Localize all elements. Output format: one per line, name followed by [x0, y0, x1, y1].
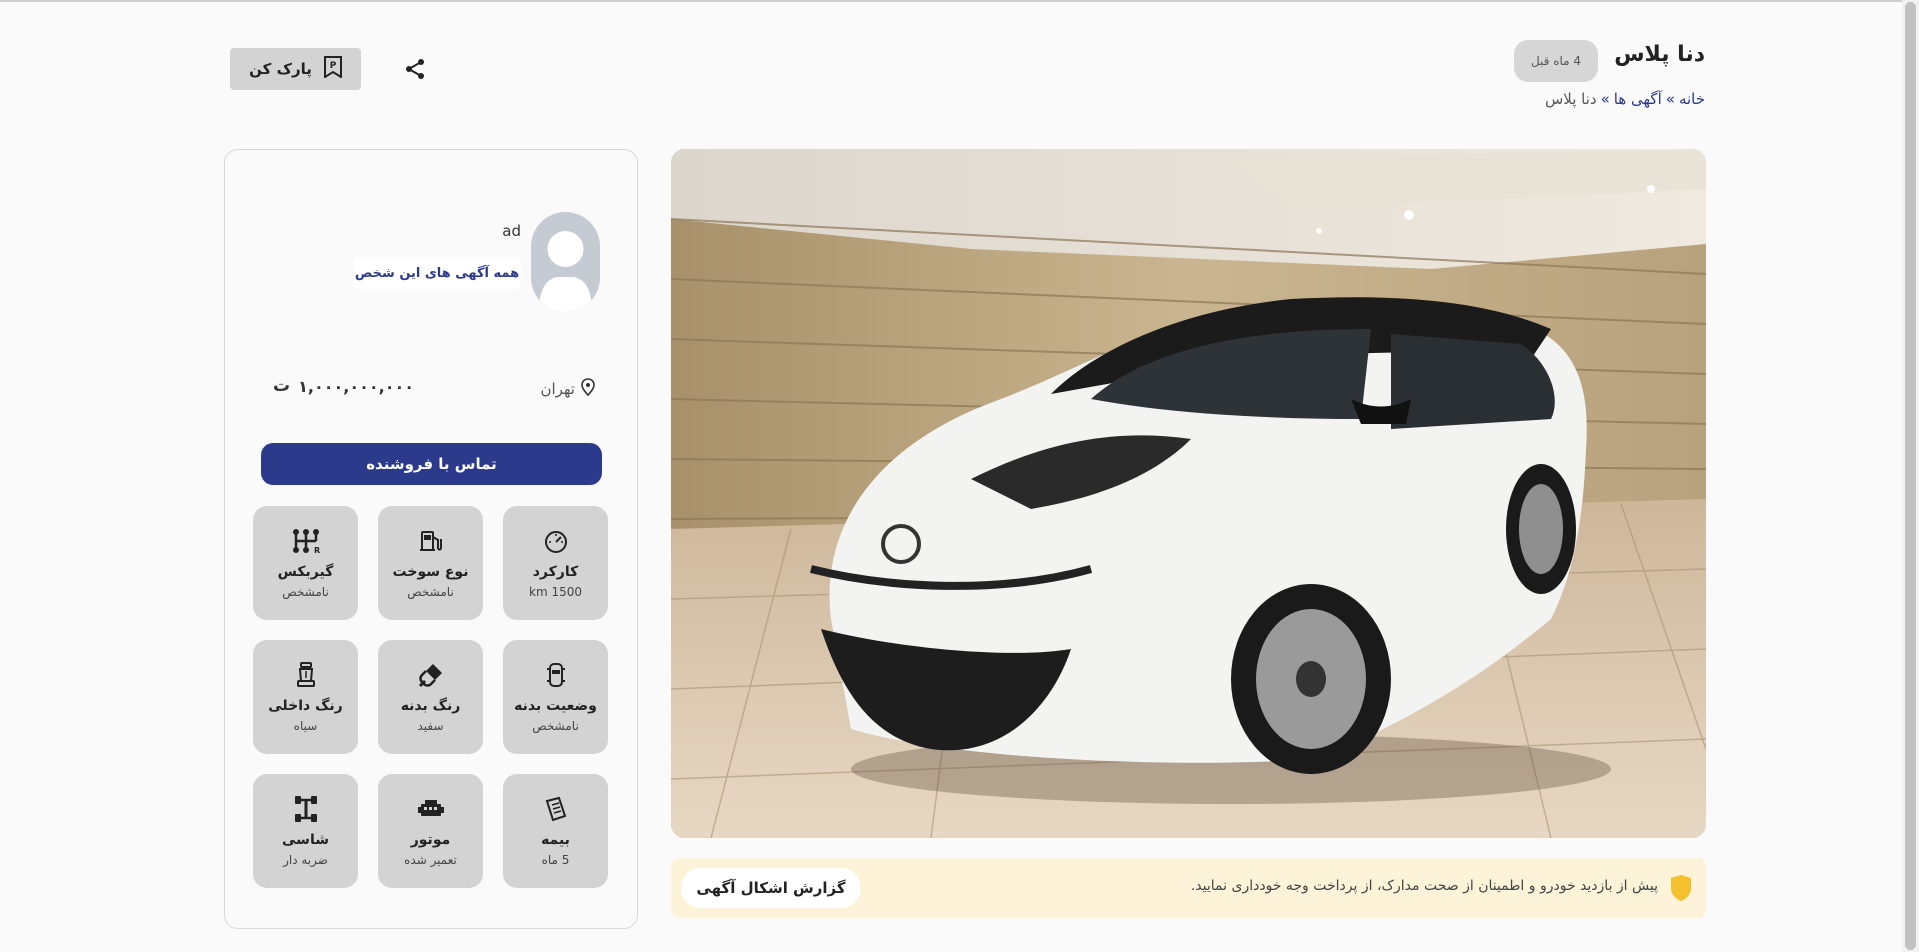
breadcrumb-separator: »: [1600, 90, 1610, 108]
page-title: دنا پلاس: [1614, 42, 1705, 67]
shield-icon: [1670, 874, 1692, 906]
share-icon: [403, 57, 427, 85]
spec-insurance: بیمه 5 ماه: [503, 774, 608, 888]
spec-label: وضعیت بدنه: [514, 698, 597, 714]
paint-brush-icon: [417, 660, 445, 690]
price-currency: ت: [273, 376, 291, 396]
spec-body-condition: وضعیت بدنه نامشخص: [503, 640, 608, 754]
spec-label: رنگ داخلی: [268, 698, 343, 714]
spec-value: نامشخص: [407, 585, 454, 599]
insurance-document-icon: [544, 794, 568, 824]
contact-seller-button[interactable]: تماس با فروشنده: [261, 443, 602, 485]
spec-label: موتور: [410, 832, 451, 848]
park-button[interactable]: P پارک کن: [230, 48, 361, 90]
spec-fuel-type: نوع سوخت نامشخص: [378, 506, 483, 620]
safety-notice: پیش از بازدید خودرو و اطمینان از صحت مدا…: [671, 858, 1706, 918]
svg-text:P: P: [330, 61, 337, 71]
seller-name: ad: [502, 222, 521, 240]
chassis-icon: [294, 794, 318, 824]
spec-chassis: شاسی ضربه دار: [253, 774, 358, 888]
speedometer-icon: [543, 526, 569, 556]
engine-icon: [417, 794, 445, 824]
breadcrumb: خانه » آگهی ها » دنا پلاس: [1545, 90, 1705, 108]
car-seat-icon: [295, 660, 317, 690]
svg-text:R: R: [314, 546, 320, 554]
spec-value: تعمیر شده: [404, 853, 457, 867]
safety-notice-text: پیش از بازدید خودرو و اطمینان از صحت مدا…: [1190, 878, 1658, 894]
spec-value: سفید: [417, 719, 444, 733]
spec-label: شاسی: [282, 832, 329, 848]
location-pin-icon: [581, 378, 595, 400]
spec-value: 5 ماه: [541, 853, 570, 867]
scrollbar-track[interactable]: [1902, 0, 1919, 952]
spec-value: نامشخص: [282, 585, 329, 599]
breadcrumb-current: دنا پلاس: [1544, 90, 1597, 108]
price: ۱,۰۰۰,۰۰۰,۰۰۰ ت: [273, 376, 414, 396]
seller-card: ad همه آگهی های این شخص تهران ۱,۰۰۰,۰۰۰,…: [224, 149, 638, 929]
spec-label: گیربکس: [277, 564, 334, 580]
spec-gearbox: R گیربکس نامشخص: [253, 506, 358, 620]
car-photo[interactable]: [671, 149, 1706, 838]
spec-engine: موتور تعمیر شده: [378, 774, 483, 888]
gearbox-icon: R: [292, 526, 320, 556]
top-border: [0, 0, 1919, 2]
price-value: ۱,۰۰۰,۰۰۰,۰۰۰: [298, 376, 414, 396]
breadcrumb-home-link[interactable]: خانه: [1679, 90, 1705, 108]
spec-label: نوع سوخت: [392, 564, 469, 580]
park-button-label: پارک کن: [249, 60, 312, 78]
spec-value: ضربه دار: [283, 853, 328, 867]
spec-interior-color: رنگ داخلی سیاه: [253, 640, 358, 754]
scrollbar-thumb[interactable]: [1905, 2, 1916, 950]
parking-bookmark-icon: P: [323, 56, 342, 82]
report-ad-button[interactable]: گزارش اشکال آگهی: [681, 868, 861, 908]
spec-mileage: کارکرد km 1500: [503, 506, 608, 620]
spec-value: km 1500: [529, 585, 582, 599]
breadcrumb-ads-link[interactable]: آگهی ها: [1614, 90, 1662, 108]
spec-body-color: رنگ بدنه سفید: [378, 640, 483, 754]
car-body-icon: [545, 660, 567, 690]
avatar[interactable]: [531, 212, 600, 312]
location: تهران: [540, 378, 595, 400]
spec-label: کارکرد: [532, 564, 579, 580]
spec-label: رنگ بدنه: [400, 698, 461, 714]
fuel-pump-icon: [418, 526, 444, 556]
location-text: تهران: [540, 380, 575, 398]
spec-value: نامشخص: [532, 719, 579, 733]
breadcrumb-separator: »: [1665, 90, 1675, 108]
age-badge: 4 ماه قبل: [1514, 40, 1598, 82]
spec-label: بیمه: [541, 832, 570, 848]
all-seller-ads-button[interactable]: همه آگهی های این شخص: [353, 257, 521, 289]
spec-value: سیاه: [293, 719, 318, 733]
share-button[interactable]: [400, 56, 430, 86]
